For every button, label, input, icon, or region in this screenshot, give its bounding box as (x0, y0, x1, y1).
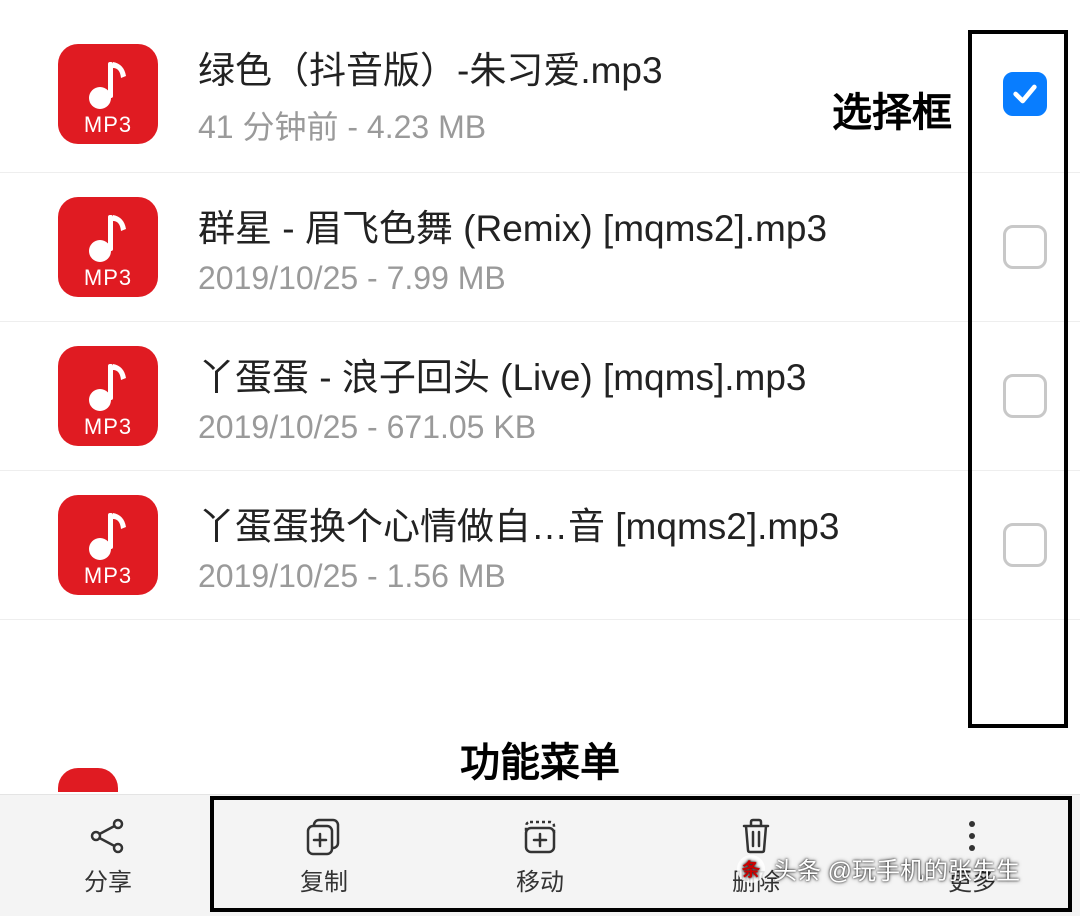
file-info: 丫蛋蛋 - 浪子回头 (Live) [mqms].mp3 2019/10/25 … (198, 347, 980, 446)
copy-label: 复制 (300, 862, 348, 897)
file-meta: 2019/10/25 - 1.56 MB (198, 558, 980, 595)
file-name: 丫蛋蛋 - 浪子回头 (Live) [mqms].mp3 (198, 347, 980, 401)
mp3-file-icon: MP3 (58, 197, 158, 297)
file-info: 绿色（抖音版）-朱习爱.mp3 41 分钟前 - 4.23 MB (198, 40, 980, 148)
move-label: 移动 (516, 862, 564, 897)
copy-button[interactable]: 复制 (216, 804, 432, 907)
delete-button[interactable]: 删除 (648, 804, 864, 907)
file-row[interactable]: MP3 群星 - 眉飞色舞 (Remix) [mqms2].mp3 2019/1… (0, 173, 1080, 322)
file-meta: 41 分钟前 - 4.23 MB (198, 102, 980, 148)
file-extension-label: MP3 (84, 265, 132, 291)
share-button[interactable]: 分享 (0, 804, 216, 907)
file-info: 丫蛋蛋换个心情做自…音 [mqms2].mp3 2019/10/25 - 1.5… (198, 496, 980, 595)
checkbox-unchecked-icon (1003, 374, 1047, 418)
mp3-file-icon: MP3 (58, 495, 158, 595)
checkbox-unchecked-icon (1003, 225, 1047, 269)
share-icon (86, 814, 130, 858)
mp3-file-icon: MP3 (58, 44, 158, 144)
file-extension-label: MP3 (84, 414, 132, 440)
more-label: 更多 (948, 862, 996, 897)
more-button[interactable]: 更多 (864, 804, 1080, 907)
move-icon (518, 814, 562, 858)
partial-next-row-icon (58, 768, 118, 792)
file-meta: 2019/10/25 - 7.99 MB (198, 260, 980, 297)
mp3-file-icon: MP3 (58, 346, 158, 446)
share-label: 分享 (84, 862, 132, 897)
checkbox-wrap[interactable] (1000, 222, 1050, 272)
checkbox-wrap[interactable] (1000, 371, 1050, 421)
file-info: 群星 - 眉飞色舞 (Remix) [mqms2].mp3 2019/10/25… (198, 198, 980, 297)
delete-label: 删除 (732, 862, 780, 897)
checkbox-wrap[interactable] (1000, 69, 1050, 119)
file-extension-label: MP3 (84, 563, 132, 589)
file-row[interactable]: MP3 丫蛋蛋换个心情做自…音 [mqms2].mp3 2019/10/25 -… (0, 471, 1080, 620)
file-meta: 2019/10/25 - 671.05 KB (198, 409, 980, 446)
checkbox-wrap[interactable] (1000, 520, 1050, 570)
file-name: 群星 - 眉飞色舞 (Remix) [mqms2].mp3 (198, 198, 980, 252)
checkbox-unchecked-icon (1003, 523, 1047, 567)
file-row[interactable]: MP3 绿色（抖音版）-朱习爱.mp3 41 分钟前 - 4.23 MB (0, 0, 1080, 173)
annotation-label-menu: 功能菜单 (460, 730, 620, 788)
file-row[interactable]: MP3 丫蛋蛋 - 浪子回头 (Live) [mqms].mp3 2019/10… (0, 322, 1080, 471)
file-list: MP3 绿色（抖音版）-朱习爱.mp3 41 分钟前 - 4.23 MB MP3… (0, 0, 1080, 620)
file-name: 丫蛋蛋换个心情做自…音 [mqms2].mp3 (198, 496, 980, 550)
more-vertical-icon (950, 814, 994, 858)
move-button[interactable]: 移动 (432, 804, 648, 907)
copy-icon (302, 814, 346, 858)
file-extension-label: MP3 (84, 112, 132, 138)
file-name: 绿色（抖音版）-朱习爱.mp3 (198, 40, 980, 94)
trash-icon (734, 814, 778, 858)
checkbox-checked-icon (1003, 72, 1047, 116)
bottom-toolbar: 分享 复制 移动 删除 更多 (0, 794, 1080, 916)
